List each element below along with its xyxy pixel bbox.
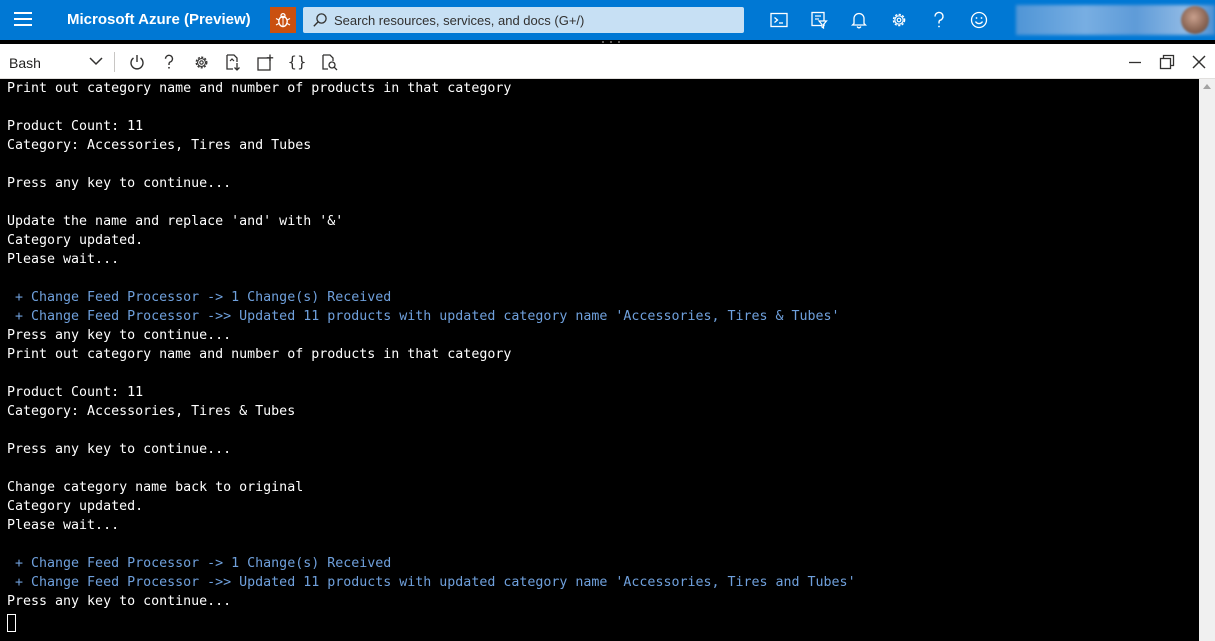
upload-download-icon[interactable]	[224, 53, 242, 71]
braces-glyph: {}	[287, 53, 307, 71]
search-input[interactable]	[334, 12, 734, 28]
scroll-up-arrow-icon[interactable]	[1203, 84, 1211, 89]
gear-icon[interactable]	[192, 53, 210, 71]
terminal-line: Category updated.	[7, 233, 144, 248]
terminal-output[interactable]: Print out category name and number of pr…	[0, 79, 1199, 641]
terminal-line: Category: Accessories, Tires & Tubes	[7, 404, 296, 419]
avatar[interactable]	[1181, 6, 1209, 34]
terminal-line: Category: Accessories, Tires and Tubes	[7, 138, 312, 153]
terminal-line: Print out category name and number of pr…	[7, 81, 512, 96]
terminal-line: + Change Feed Processor -> 1 Change(s) R…	[7, 290, 392, 305]
web-preview-icon[interactable]	[320, 53, 338, 71]
menu-icon[interactable]	[14, 12, 32, 28]
azure-top-bar: Microsoft Azure (Preview)	[0, 0, 1215, 40]
resize-grip[interactable]	[600, 39, 622, 45]
help-icon[interactable]	[160, 53, 178, 71]
terminal-line: Product Count: 11	[7, 119, 144, 134]
open-session-icon[interactable]	[256, 53, 274, 71]
restore-icon[interactable]	[1158, 53, 1176, 71]
terminal-line: Press any key to continue...	[7, 176, 232, 191]
terminal-line: Press any key to continue...	[7, 328, 232, 343]
terminal-line: Please wait...	[7, 252, 120, 267]
directory-filter-icon[interactable]	[809, 10, 829, 30]
minimize-icon[interactable]	[1126, 53, 1144, 71]
braces-icon[interactable]: {}	[287, 53, 307, 71]
chevron-down-icon	[89, 57, 103, 66]
terminal-line: + Change Feed Processor ->> Updated 11 p…	[7, 575, 856, 590]
terminal-line: + Change Feed Processor ->> Updated 11 p…	[7, 309, 840, 324]
terminal-prompt[interactable]	[7, 611, 1199, 633]
help-icon[interactable]	[929, 10, 949, 30]
search-icon	[313, 13, 327, 27]
terminal-line: + Change Feed Processor -> 1 Change(s) R…	[7, 556, 392, 571]
portal-title[interactable]: Microsoft Azure (Preview)	[67, 11, 251, 28]
cloud-shell-toolbar: Bash {}	[0, 44, 1215, 79]
bell-icon[interactable]	[849, 10, 869, 30]
terminal-line: Product Count: 11	[7, 385, 144, 400]
terminal-line: Category updated.	[7, 499, 144, 514]
terminal-line: Change category name back to original	[7, 480, 304, 495]
terminal-lines: Print out category name and number of pr…	[7, 79, 1199, 611]
shell-type-label: Bash	[9, 55, 41, 71]
power-icon[interactable]	[128, 53, 146, 71]
feedback-smiley-icon[interactable]	[969, 10, 989, 30]
toolbar-divider	[114, 52, 115, 72]
global-search-box[interactable]	[303, 7, 744, 33]
gear-icon[interactable]	[889, 10, 909, 30]
close-icon[interactable]	[1190, 53, 1208, 71]
text-cursor	[7, 614, 16, 632]
terminal-line: Please wait...	[7, 518, 120, 533]
terminal-line: Update the name and replace 'and' with '…	[7, 214, 344, 229]
bug-icon[interactable]	[270, 7, 296, 33]
terminal-line: Print out category name and number of pr…	[7, 347, 512, 362]
terminal-line: Press any key to continue...	[7, 442, 232, 457]
cloud-shell-icon[interactable]	[769, 10, 789, 30]
terminal-scrollbar[interactable]	[1199, 79, 1215, 641]
shell-type-dropdown[interactable]: Bash	[0, 44, 110, 79]
terminal-line: Press any key to continue...	[7, 594, 232, 609]
